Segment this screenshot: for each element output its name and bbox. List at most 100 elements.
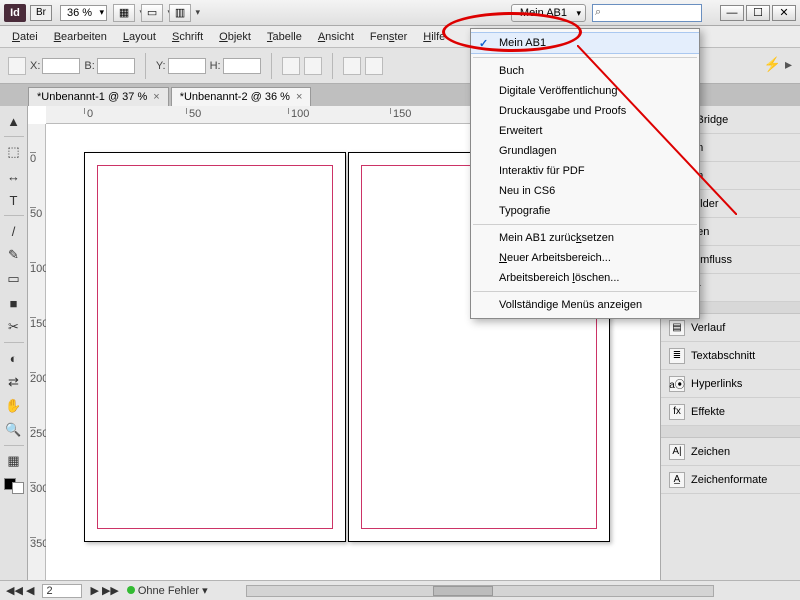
workspace-menu-item[interactable]: Druckausgabe und Proofs xyxy=(471,101,699,121)
x-field[interactable] xyxy=(42,58,80,74)
workspace-menu-item[interactable]: Erweitert xyxy=(471,121,699,141)
fill-icon[interactable] xyxy=(343,57,361,75)
tool-7[interactable]: ■ xyxy=(3,292,25,314)
tab-close-icon[interactable]: × xyxy=(153,91,159,103)
workspace-menu-item[interactable]: ✓Mein AB1 xyxy=(471,32,699,54)
panel-icon: a⦿ xyxy=(669,376,685,392)
tool-1[interactable]: ⬚ xyxy=(3,141,25,163)
tool-2[interactable]: ↔ xyxy=(3,165,25,187)
maximize-button[interactable]: ☐ xyxy=(746,5,770,21)
color-swatch[interactable] xyxy=(4,478,24,494)
tool-4[interactable]: / xyxy=(3,220,25,242)
menu-tabelle[interactable]: Tabelle xyxy=(259,28,310,46)
h-label: H: xyxy=(210,60,221,72)
panel-zeichen[interactable]: A| Zeichen xyxy=(661,438,800,466)
search-icon: ⌕ xyxy=(595,6,601,19)
minimize-button[interactable]: — xyxy=(720,5,744,21)
vertical-ruler: 050100150200250300350 xyxy=(28,124,46,580)
page-nav-next[interactable]: ▶ ▶▶ xyxy=(90,584,118,597)
tab-label: *Unbenannt-2 @ 36 % xyxy=(180,91,290,103)
tool-13[interactable]: ▦ xyxy=(3,450,25,472)
view-options-button[interactable]: ▦ xyxy=(113,4,135,22)
tool-8[interactable]: ✂ xyxy=(3,316,25,338)
y-field[interactable] xyxy=(168,58,206,74)
menu-datei[interactable]: Datei xyxy=(4,28,46,46)
ok-dot-icon xyxy=(127,586,135,594)
panel-label: Effekte xyxy=(691,406,725,418)
menu-hilfe[interactable]: Hilfe xyxy=(415,28,453,46)
document-tab[interactable]: *Unbenannt-1 @ 37 %× xyxy=(28,87,169,106)
toolbox: ▲ ⬚↔T /✎▭■✂ ◐⇄✋🔍 ▦ xyxy=(0,106,28,580)
tab-close-icon[interactable]: × xyxy=(296,91,302,103)
workspace-menu-item[interactable]: Neu in CS6 xyxy=(471,181,699,201)
menu-ansicht[interactable]: Ansicht xyxy=(310,28,362,46)
tool-3[interactable]: T xyxy=(3,189,25,211)
panel-zeichenformate[interactable]: A̲Zeichenformate xyxy=(661,466,800,494)
workspace-switcher[interactable]: Mein AB1 xyxy=(511,4,586,22)
flash-icon[interactable]: ⚡ ▸ xyxy=(764,56,792,73)
screen-mode-button[interactable]: ▭ xyxy=(141,4,163,22)
status-bar: ◀◀ ◀ 2 ▶ ▶▶ Ohne Fehler ▾ xyxy=(0,580,800,600)
menu-layout[interactable]: Layout xyxy=(115,28,164,46)
page-nav-prev[interactable]: ◀◀ ◀ xyxy=(6,584,34,597)
panel-label: Zeichen xyxy=(691,446,730,458)
panel-hyperlinks[interactable]: a⦿ Hyperlinks xyxy=(661,370,800,398)
app-logo-icon: Id xyxy=(4,4,26,22)
panel-textabschnitt[interactable]: ≣ Textabschnitt xyxy=(661,342,800,370)
check-icon: ✓ xyxy=(479,37,488,50)
w-label: B: xyxy=(84,60,94,72)
workspace-menu-item[interactable]: Interaktiv für PDF xyxy=(471,161,699,181)
margin-guide xyxy=(97,165,333,529)
tool-5[interactable]: ✎ xyxy=(3,244,25,266)
y-label: Y: xyxy=(156,60,166,72)
panel-icon: ▤ xyxy=(669,320,685,336)
workspace-menu-item[interactable]: Typografie xyxy=(471,201,699,221)
page-left[interactable] xyxy=(84,152,346,542)
reference-point-icon[interactable] xyxy=(8,57,26,75)
workspace-menu-item[interactable]: Mein AB1 zurücksetzen xyxy=(471,228,699,248)
preflight-status[interactable]: Ohne Fehler ▾ xyxy=(127,584,208,597)
bridge-chip[interactable]: Br xyxy=(30,5,52,21)
stroke-icon[interactable] xyxy=(365,57,383,75)
workspace-menu-item[interactable]: Neuer Arbeitsbereich... xyxy=(471,248,699,268)
panel-label: Verlauf xyxy=(691,322,725,334)
panel-icon: A| xyxy=(669,444,685,460)
search-input[interactable]: ⌕ xyxy=(592,4,702,22)
panel-icon: ≣ xyxy=(669,348,685,364)
panel-icon: fx xyxy=(669,404,685,420)
h-field[interactable] xyxy=(223,58,261,74)
tool-0[interactable]: ▲ xyxy=(3,110,25,132)
w-field[interactable] xyxy=(97,58,135,74)
page-field[interactable]: 2 xyxy=(42,584,82,598)
workspace-menu-item[interactable]: Digitale Veröffentlichung xyxy=(471,81,699,101)
workspace-menu: ✓Mein AB1 BuchDigitale VeröffentlichungDr… xyxy=(470,28,700,319)
workspace-menu-item[interactable]: Grundlagen xyxy=(471,141,699,161)
document-tab[interactable]: *Unbenannt-2 @ 36 % × xyxy=(171,87,312,106)
workspace-menu-item[interactable]: Arbeitsbereich löschen... xyxy=(471,268,699,288)
tool-11[interactable]: ✋ xyxy=(3,395,25,417)
close-button[interactable]: ✕ xyxy=(772,5,796,21)
preflight-label: Ohne Fehler xyxy=(138,585,199,597)
menu-fenster[interactable]: Fenster xyxy=(362,28,415,46)
tool-10[interactable]: ⇄ xyxy=(3,371,25,393)
rotate-icon[interactable] xyxy=(304,57,322,75)
tool-6[interactable]: ▭ xyxy=(3,268,25,290)
menu-bearbeiten[interactable]: Bearbeiten xyxy=(46,28,115,46)
tool-12[interactable]: 🔍 xyxy=(3,419,25,441)
tool-9[interactable]: ◐ xyxy=(3,347,25,369)
window-controls: — ☐ ✕ xyxy=(720,5,796,21)
zoom-select[interactable]: 36 % xyxy=(60,5,107,21)
x-label: X: xyxy=(30,60,40,72)
panel-icon: A̲ xyxy=(669,472,685,488)
panel-label: Textabschnitt xyxy=(691,350,755,362)
menu-schrift[interactable]: Schrift xyxy=(164,28,211,46)
horizontal-scrollbar[interactable] xyxy=(246,585,714,597)
panel-label: Hyperlinks xyxy=(691,378,742,390)
menu-objekt[interactable]: Objekt xyxy=(211,28,259,46)
workspace-menu-item[interactable]: Vollständige Menüs anzeigen xyxy=(471,295,699,315)
workspace-menu-item[interactable]: Buch xyxy=(471,61,699,81)
transform-icon[interactable] xyxy=(282,57,300,75)
scroll-thumb[interactable] xyxy=(433,586,493,596)
panel-effekte[interactable]: fx Effekte xyxy=(661,398,800,426)
arrange-button[interactable]: ▥ xyxy=(169,4,191,22)
